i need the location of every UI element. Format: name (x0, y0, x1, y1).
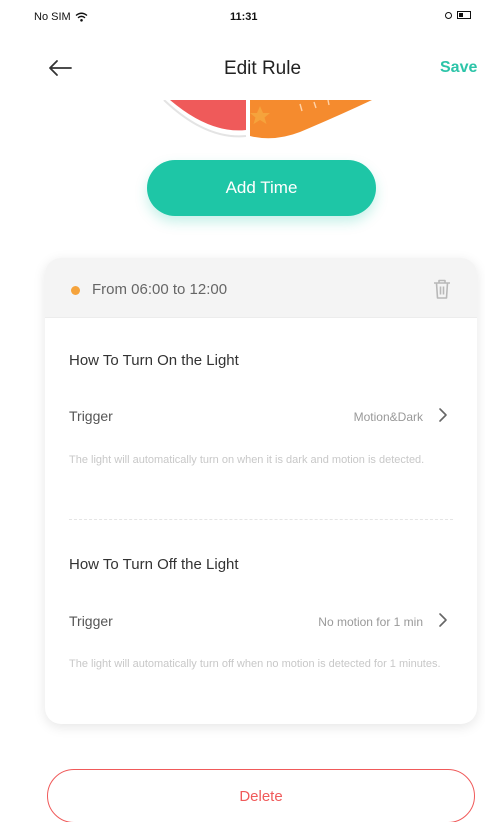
orientation-lock-icon (445, 11, 452, 19)
rule-card-header: From 06:00 to 12:00 (45, 258, 477, 318)
rule-card: From 06:00 to 12:00 How To Turn On the L… (45, 258, 477, 724)
clock-time: 11:31 (230, 11, 258, 23)
delete-rule-button[interactable]: Delete (47, 769, 475, 822)
schedule-illustration (150, 100, 380, 142)
status-dot (71, 286, 80, 295)
sunrise-illustration-icon (163, 100, 372, 139)
battery-icon (457, 11, 471, 19)
section-divider (69, 519, 453, 520)
wifi-icon (75, 12, 88, 22)
turn-off-section-title: How To Turn Off the Light (69, 556, 239, 573)
carrier-text: No SIM (34, 11, 71, 23)
turn-off-trigger-value[interactable]: No motion for 1 min (318, 615, 423, 629)
turn-on-trigger-chevron[interactable] (436, 406, 450, 424)
trash-icon (434, 279, 450, 299)
page-title: Edit Rule (223, 58, 302, 79)
turn-on-trigger-label: Trigger (69, 408, 113, 424)
status-left: No SIM (34, 11, 88, 23)
turn-off-description: The light will automatically turn off wh… (69, 658, 441, 670)
time-range: From 06:00 to 12:00 (92, 281, 228, 298)
status-bar: No SIM 11:31 (0, 0, 485, 36)
turn-on-description: The light will automatically turn on whe… (69, 454, 425, 466)
turn-on-trigger-value[interactable]: Motion&Dark (354, 410, 423, 424)
turn-on-section-title: How To Turn On the Light (69, 352, 239, 369)
nav-header: Edit Rule Save (0, 44, 485, 92)
status-right (445, 11, 471, 19)
delete-time-button[interactable] (430, 277, 454, 301)
add-time-button[interactable]: Add Time (147, 160, 376, 216)
chevron-right-icon (439, 613, 447, 627)
chevron-right-icon (439, 408, 447, 422)
turn-off-trigger-chevron[interactable] (436, 611, 450, 629)
turn-off-trigger-label: Trigger (69, 613, 113, 629)
save-button[interactable]: Save (440, 59, 477, 77)
